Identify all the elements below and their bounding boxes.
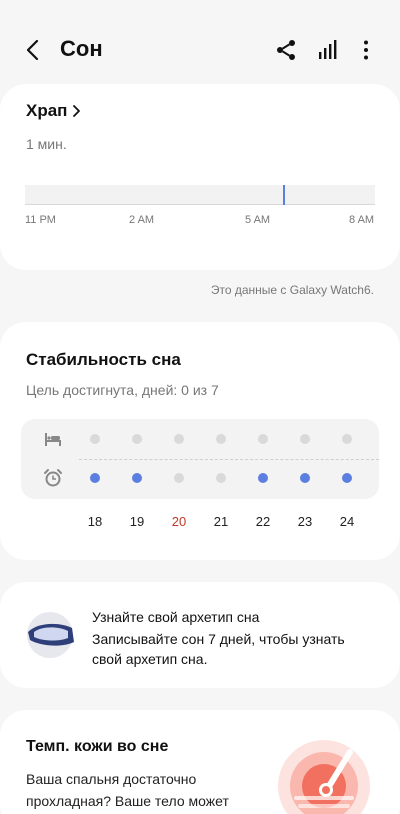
back-arrow-icon[interactable] <box>22 38 46 62</box>
wake-dot <box>258 473 268 483</box>
skin-temp-card[interactable]: Темп. кожи во сне Ваша спальня достаточн… <box>0 710 400 814</box>
stability-goal: Цель достигнута, дней: 0 из 7 <box>26 382 219 398</box>
wake-dot <box>90 473 100 483</box>
skin-temp-title: Темп. кожи во сне <box>26 738 169 755</box>
stability-grid <box>21 419 379 499</box>
more-vert-icon[interactable] <box>354 38 378 62</box>
sleep-stability-card[interactable]: Стабильность сна Цель достигнута, дней: … <box>0 322 400 560</box>
bed-icon <box>43 429 63 449</box>
archetype-body: Записывайте сон 7 дней, чтобы узнать сво… <box>92 631 345 667</box>
alarm-clock-icon <box>43 468 63 488</box>
signal-bars-icon[interactable] <box>316 38 340 62</box>
bedtime-dot <box>132 434 142 444</box>
bedtime-dot <box>258 434 268 444</box>
day-label: 20 <box>171 514 187 529</box>
snore-event-mark <box>283 185 285 205</box>
bedtime-dot <box>216 434 226 444</box>
grid-divider <box>79 459 379 460</box>
wake-dot <box>342 473 352 483</box>
snore-duration: 1 мин. <box>26 136 67 152</box>
archetype-card[interactable]: Узнайте свой архетип сна Записывайте сон… <box>0 582 400 688</box>
archetype-heading: Узнайте свой архетип сна <box>92 609 260 625</box>
day-label: 21 <box>213 514 229 529</box>
bedtime-dot <box>342 434 352 444</box>
stability-title: Стабильность сна <box>26 350 181 369</box>
tick-label: 11 PM <box>25 214 56 226</box>
day-label: 24 <box>339 514 355 529</box>
thermometer-illustration <box>276 738 372 814</box>
snore-card[interactable]: Храп 1 мин. 11 PM 2 AM 5 AM 8 AM <box>0 84 400 270</box>
bedtime-dot <box>90 434 100 444</box>
wake-dot <box>174 473 184 483</box>
sleep-mask-illustration <box>24 612 76 658</box>
tick-label: 5 AM <box>245 214 271 226</box>
skin-temp-body: Ваша спальня достаточно прохладная? Ваше… <box>26 771 229 809</box>
source-note: Это данные с Galaxy Watch6. <box>210 283 374 297</box>
tick-label: 8 AM <box>349 214 375 226</box>
day-label: 22 <box>255 514 271 529</box>
wake-dot <box>216 473 226 483</box>
page-title: Сон <box>60 36 103 61</box>
bedtime-dot <box>174 434 184 444</box>
bedtime-dot <box>300 434 310 444</box>
day-label: 23 <box>297 514 313 529</box>
wake-dot <box>300 473 310 483</box>
day-label: 18 <box>87 514 103 529</box>
chevron-right-icon[interactable] <box>71 101 83 121</box>
wake-dot <box>132 473 142 483</box>
snore-title[interactable]: Храп <box>26 101 67 121</box>
tick-label: 2 AM <box>129 214 155 226</box>
snore-timeline <box>25 185 375 205</box>
share-icon[interactable] <box>274 38 298 62</box>
day-label: 19 <box>129 514 145 529</box>
